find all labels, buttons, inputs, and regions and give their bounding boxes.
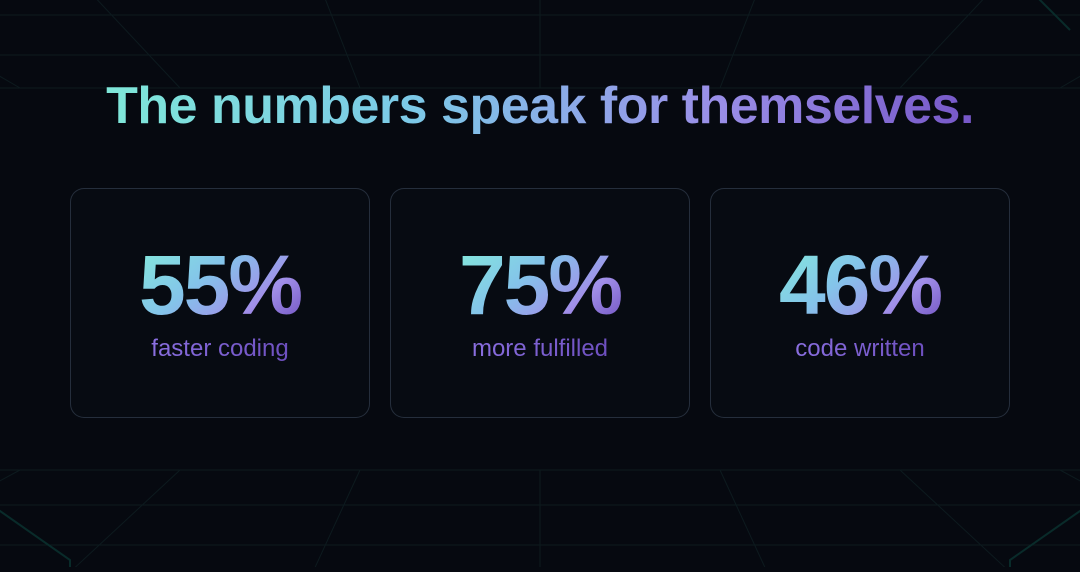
stat-label: faster coding [151, 335, 288, 363]
headline: The numbers speak for themselves. [106, 76, 974, 136]
stat-label: code written [795, 335, 924, 363]
stat-value: 55% [139, 243, 301, 327]
stat-value: 46% [779, 243, 941, 327]
stat-card-code-written: 46% code written [710, 188, 1010, 418]
stats-row: 55% faster coding 75% more fulfilled 46%… [70, 188, 1010, 418]
stat-card-faster-coding: 55% faster coding [70, 188, 370, 418]
content-area: The numbers speak for themselves. 55% fa… [0, 0, 1080, 567]
stat-card-more-fulfilled: 75% more fulfilled [390, 188, 690, 418]
stat-label: more fulfilled [472, 335, 608, 363]
stat-value: 75% [459, 243, 621, 327]
